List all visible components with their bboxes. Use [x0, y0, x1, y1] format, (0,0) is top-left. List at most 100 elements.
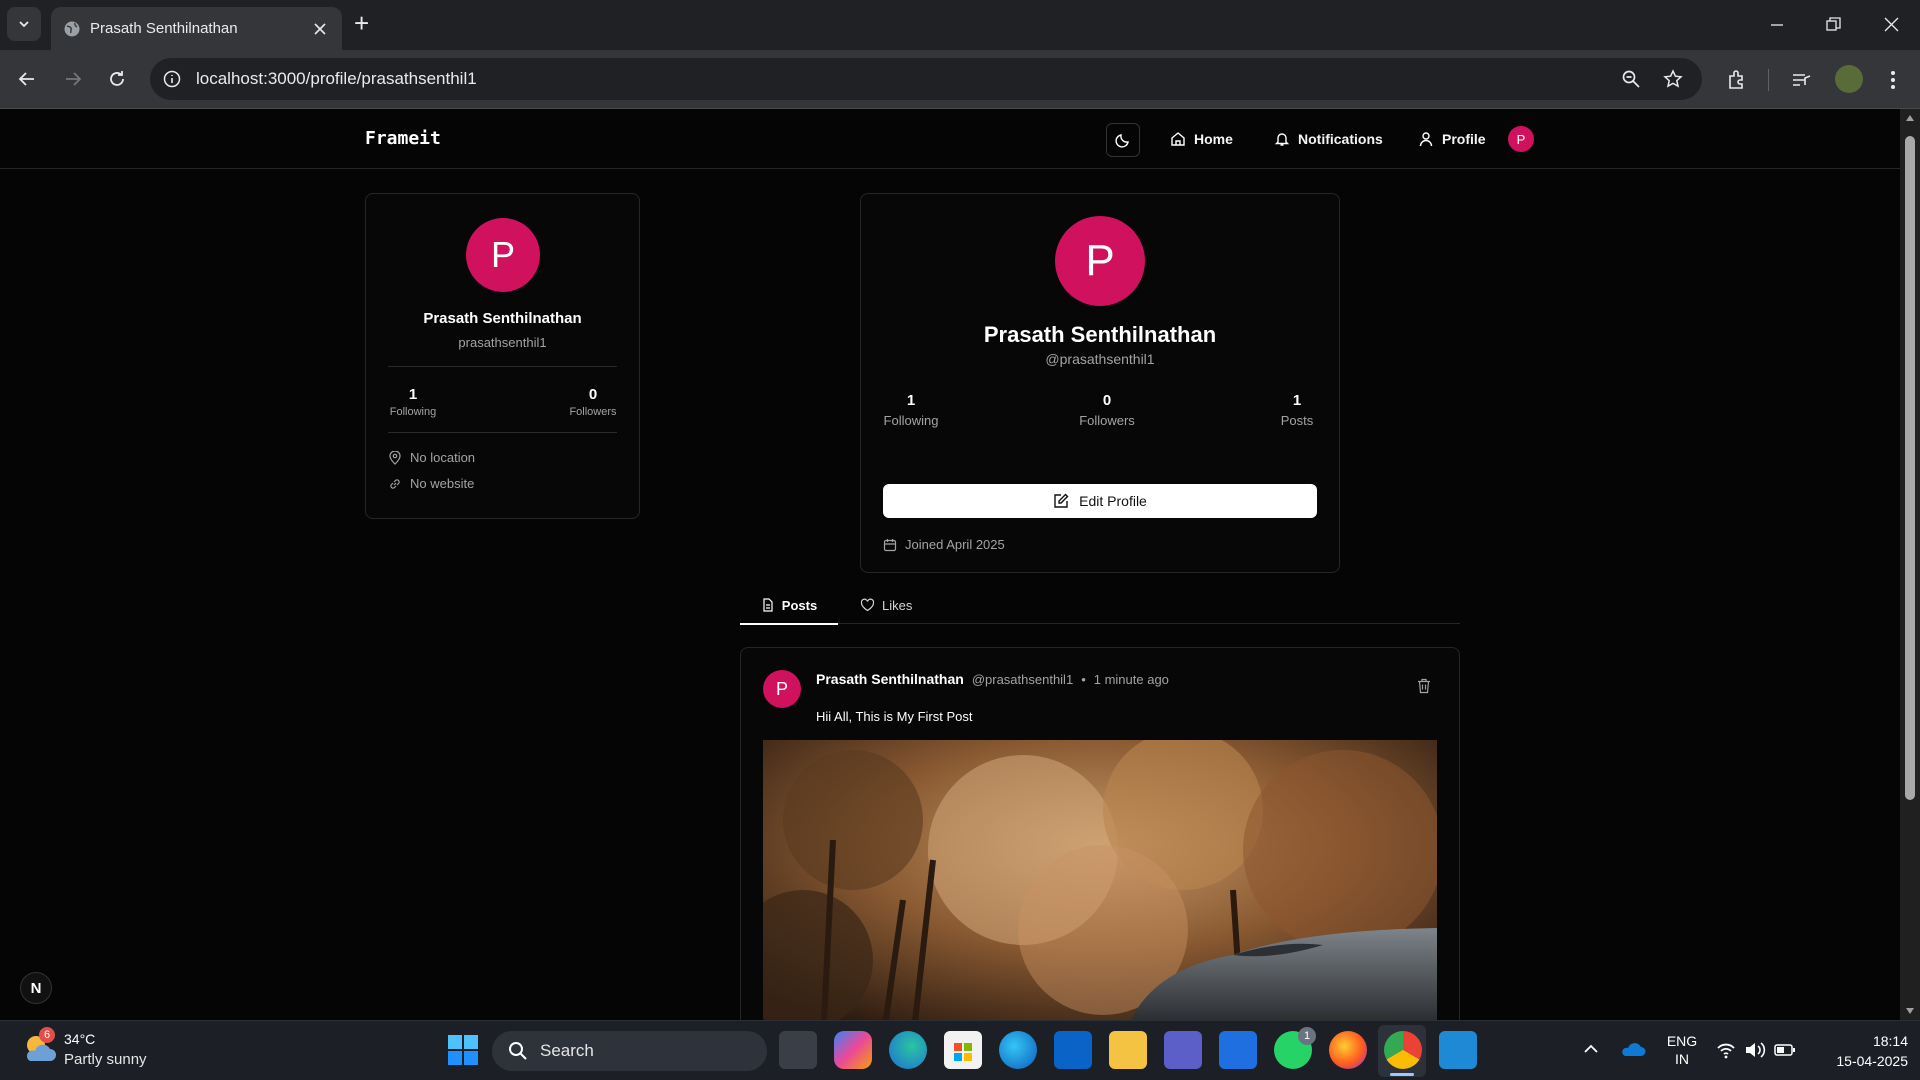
edge-icon[interactable] — [889, 1031, 927, 1069]
profile-avatar: P — [1055, 216, 1145, 306]
nav-home[interactable]: Home — [1170, 123, 1233, 155]
post-author-avatar[interactable]: P — [763, 670, 801, 708]
joined-text: Joined April 2025 — [905, 537, 1005, 552]
profile-handle: @prasathsenthil1 — [1045, 351, 1155, 367]
browser-tab[interactable]: Prasath Senthilnathan — [51, 7, 342, 50]
trash-icon[interactable] — [1417, 678, 1431, 694]
nextjs-devtools-badge[interactable]: N — [20, 972, 52, 1004]
page-scrollbar[interactable] — [1900, 109, 1920, 1020]
active-app-indicator — [1390, 1073, 1414, 1076]
minimize-icon[interactable] — [1770, 18, 1784, 32]
battery-icon[interactable] — [1774, 1042, 1796, 1058]
posts-count: 1 — [1292, 392, 1302, 409]
following-label: Following — [883, 413, 939, 428]
tab-posts[interactable]: Posts — [740, 598, 838, 625]
autumn-forest-car-photo — [763, 740, 1437, 1020]
nav-notifications[interactable]: Notifications — [1274, 123, 1383, 155]
browser-profile-avatar[interactable] — [1835, 65, 1863, 93]
divider — [388, 366, 617, 367]
scrollbar-thumb[interactable] — [1905, 136, 1915, 800]
bookmark-star-icon[interactable] — [1663, 69, 1683, 89]
site-info-icon[interactable] — [163, 70, 181, 88]
windows-taskbar: 6 34°C Partly sunny Search 1 ENG IN 18:1… — [0, 1020, 1920, 1080]
teams-icon[interactable] — [1164, 1031, 1202, 1069]
sidebar-location: No location — [388, 450, 475, 465]
joined-date: Joined April 2025 — [883, 537, 1005, 552]
brand-logo[interactable]: Frameit — [365, 128, 441, 149]
onedrive-cloud-icon[interactable] — [1620, 1039, 1646, 1059]
lang-line1: ENG — [1666, 1033, 1698, 1049]
search-icon — [509, 1042, 527, 1060]
sidebar-following-stat[interactable]: 1 Following — [388, 386, 438, 418]
close-tab-icon[interactable] — [313, 22, 327, 36]
weather-temperature[interactable]: 34°C — [64, 1031, 95, 1047]
scroll-down-icon[interactable] — [1905, 1007, 1915, 1015]
file-explorer-icon[interactable] — [1109, 1031, 1147, 1069]
microsoft-store-icon[interactable] — [944, 1031, 982, 1069]
more-menu-icon[interactable] — [1884, 69, 1902, 91]
url-text[interactable]: localhost:3000/profile/prasathsenthil1 — [196, 69, 477, 89]
profile-following-stat[interactable]: 1 Following — [881, 392, 941, 428]
restore-icon[interactable] — [1826, 17, 1841, 32]
nav-profile[interactable]: Profile — [1418, 123, 1486, 155]
store-logo-icon — [954, 1043, 972, 1061]
copilot-icon[interactable] — [834, 1031, 872, 1069]
wifi-icon[interactable] — [1716, 1041, 1736, 1059]
edge-beta-icon[interactable] — [999, 1031, 1037, 1069]
lang-line2: IN — [1675, 1051, 1689, 1067]
outlook-icon[interactable] — [1054, 1031, 1092, 1069]
sidebar-avatar[interactable]: P — [466, 218, 540, 292]
taskbar-search[interactable]: Search — [492, 1031, 767, 1071]
theme-toggle-button[interactable] — [1106, 123, 1140, 157]
back-button[interactable] — [9, 61, 45, 97]
vscode-icon[interactable] — [1439, 1031, 1477, 1069]
profile-followers-stat[interactable]: 0 Followers — [1077, 392, 1137, 428]
address-bar[interactable]: localhost:3000/profile/prasathsenthil1 — [150, 58, 1702, 100]
post-author-handle[interactable]: @prasathsenthil1 — [972, 672, 1073, 687]
posts-label: Posts — [1280, 413, 1314, 428]
new-tab-button[interactable]: + — [354, 8, 369, 39]
post-timestamp: 1 minute ago — [1093, 672, 1169, 687]
scroll-up-icon[interactable] — [1905, 114, 1915, 122]
weather-badge: 6 — [39, 1027, 55, 1043]
user-avatar-button[interactable]: P — [1508, 126, 1534, 152]
post-separator: • — [1081, 672, 1086, 687]
app-h-icon[interactable] — [1219, 1031, 1257, 1069]
weather-condition[interactable]: Partly sunny — [64, 1051, 147, 1068]
home-icon — [1171, 132, 1185, 146]
reload-button[interactable] — [99, 61, 135, 97]
system-clock[interactable]: 18:14 15-04-2025 — [1808, 1031, 1908, 1071]
chrome-icon[interactable] — [1384, 1031, 1422, 1069]
arrow-right-icon — [66, 72, 82, 86]
chevron-up-icon[interactable] — [1583, 1043, 1599, 1055]
weather-widget[interactable]: 6 — [22, 1027, 58, 1067]
firefox-icon[interactable] — [1329, 1031, 1367, 1069]
edit-icon — [1054, 493, 1069, 508]
post-image[interactable] — [763, 740, 1437, 1020]
sidebar-name[interactable]: Prasath Senthilnathan — [366, 310, 639, 327]
language-indicator[interactable]: ENG IN — [1662, 1032, 1702, 1068]
tab-likes[interactable]: Likes — [860, 598, 912, 613]
edit-profile-button[interactable]: Edit Profile — [883, 484, 1317, 518]
sidebar-followers-stat[interactable]: 0 Followers — [567, 386, 619, 418]
media-controls-icon[interactable] — [1790, 69, 1812, 91]
zoom-icon[interactable] — [1622, 70, 1640, 88]
globe-icon — [64, 21, 80, 37]
edit-profile-label: Edit Profile — [1079, 493, 1147, 509]
tab-title: Prasath Senthilnathan — [90, 20, 238, 37]
close-window-icon[interactable] — [1884, 17, 1899, 32]
post-author-name[interactable]: Prasath Senthilnathan — [816, 671, 964, 687]
volume-icon[interactable] — [1744, 1041, 1766, 1059]
extensions-icon[interactable] — [1726, 69, 1748, 91]
task-view-icon[interactable] — [779, 1031, 817, 1069]
post-content: Hii All, This is My First Post — [816, 709, 973, 724]
post-card: P Prasath Senthilnathan @prasathsenthil1… — [740, 647, 1460, 1020]
browser-toolbar: localhost:3000/profile/prasathsenthil1 — [0, 50, 1920, 109]
whatsapp-icon[interactable]: 1 — [1274, 1027, 1316, 1069]
divider — [388, 432, 617, 433]
tab-search-button[interactable] — [7, 7, 41, 41]
forward-button[interactable] — [55, 61, 91, 97]
whatsapp-badge: 1 — [1298, 1027, 1316, 1045]
start-button[interactable] — [444, 1031, 482, 1069]
file-text-icon — [763, 598, 773, 612]
